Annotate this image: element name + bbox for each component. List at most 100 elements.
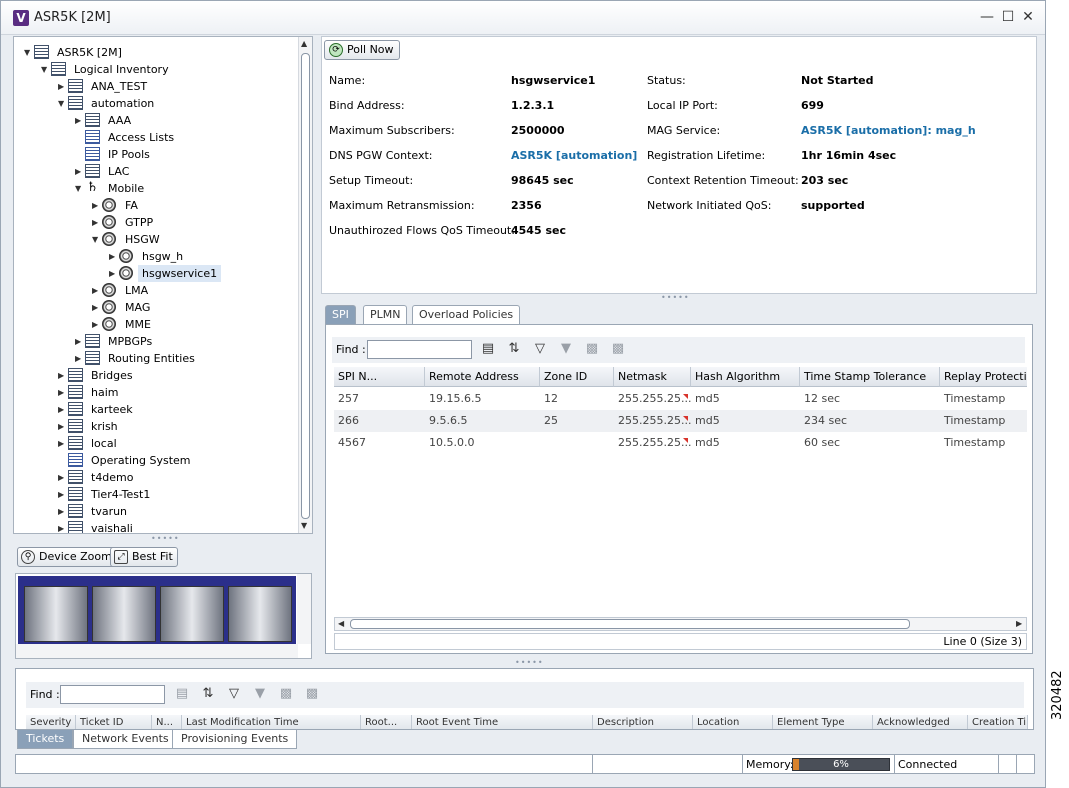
expand-down-icon[interactable]: ▼	[58, 95, 67, 112]
column-header[interactable]: Last Modification Time	[182, 715, 361, 729]
column-header[interactable]: Creation Time	[968, 715, 1028, 729]
spi-line-status: Line 0 (Size 3)	[943, 635, 1022, 648]
expand-right-icon[interactable]: ▶	[75, 163, 84, 180]
device-view[interactable]	[15, 573, 312, 659]
column-header[interactable]: Severity	[26, 715, 76, 729]
table-cell: md5	[695, 392, 720, 405]
spi-table[interactable]: SPI N... Remote Address Zone ID Netmask Hash…	[334, 367, 1027, 619]
column-header[interactable]: Acknowledged	[873, 715, 968, 729]
best-fit-button[interactable]: ⤢ Best Fit	[110, 547, 178, 567]
expand-right-icon[interactable]: ▶	[58, 401, 67, 418]
tab-spi[interactable]: SPI	[325, 305, 356, 324]
filter-icon[interactable]: ▽	[532, 341, 548, 357]
expand-right-icon[interactable]: ▶	[75, 350, 84, 367]
spi-horizontal-scrollbar[interactable]: ◀ ▶	[334, 617, 1027, 631]
context-icon	[68, 419, 83, 433]
inventory-tree[interactable]: ▼ ASR5K [2M] ▼ Logical Inventory ▶ ANA_TEST ▼ a…	[13, 36, 313, 534]
spi-find-bar: Find : ▤ ⇅ ▽ ▼ ▩ ▩	[332, 337, 1025, 363]
device-horizontal-scrollbar[interactable]	[16, 644, 298, 658]
expand-down-icon[interactable]: ▼	[75, 180, 84, 197]
device-vertical-scrollbar[interactable]	[297, 574, 311, 644]
poll-now-button[interactable]: ⟳ Poll Now	[324, 40, 400, 60]
tree-item-label: Access Lists	[108, 131, 175, 144]
sort-icon[interactable]: ⇅	[506, 341, 522, 357]
tab-provisioning-events[interactable]: Provisioning Events	[172, 730, 298, 749]
expand-right-icon[interactable]: ▶	[58, 78, 67, 95]
column-header[interactable]: Remote Address	[425, 367, 540, 387]
field-value: 699	[801, 99, 824, 112]
expand-right-icon[interactable]: ▶	[92, 282, 101, 299]
scroll-up-icon[interactable]: ▲	[301, 39, 307, 48]
column-header[interactable]: Root...	[361, 715, 412, 729]
expand-right-icon[interactable]: ▶	[109, 265, 118, 282]
field-value-link[interactable]: ASR5K [automation]: mag_h	[801, 124, 976, 137]
column-header[interactable]: N...	[152, 715, 182, 729]
scroll-right-icon[interactable]: ▶	[1016, 619, 1022, 628]
column-header[interactable]: Hash Algorithm	[691, 367, 800, 387]
expand-right-icon[interactable]: ▶	[58, 520, 67, 533]
expand-right-icon[interactable]: ▶	[92, 299, 101, 316]
device-zoom-button[interactable]: ⚲ Device Zoom	[17, 547, 117, 567]
expand-down-icon[interactable]: ▼	[24, 44, 33, 61]
expand-right-icon[interactable]: ▶	[109, 248, 118, 265]
column-header[interactable]: Replay Protection	[940, 367, 1027, 387]
expand-right-icon[interactable]: ▶	[75, 333, 84, 350]
expand-right-icon[interactable]: ▶	[58, 367, 67, 384]
scroll-left-icon[interactable]: ◀	[338, 619, 344, 628]
column-header[interactable]: SPI N...	[334, 367, 425, 387]
column-header[interactable]: Zone ID	[540, 367, 614, 387]
export-icon[interactable]: ▩	[584, 341, 600, 357]
save-icon[interactable]: ▤	[480, 341, 496, 357]
column-header[interactable]: Element Type	[773, 715, 873, 729]
expand-right-icon[interactable]: ▶	[75, 112, 84, 129]
spi-find-input[interactable]	[367, 340, 472, 359]
column-header[interactable]: Root Event Time	[412, 715, 593, 729]
print-icon[interactable]: ▩	[610, 341, 626, 357]
filter-icon[interactable]: ▽	[226, 686, 242, 702]
maximize-icon[interactable]: ☐	[1000, 9, 1016, 25]
tab-overload-policies[interactable]: Overload Policies	[412, 305, 521, 324]
column-header[interactable]: Ticket ID	[76, 715, 152, 729]
splitter-handle[interactable]: •••••	[151, 534, 180, 543]
scroll-down-icon[interactable]: ▼	[301, 521, 307, 530]
table-cell: Timestamp	[944, 436, 1006, 449]
tree-scroll-thumb[interactable]	[301, 53, 310, 519]
tree-item-label: tvarun	[91, 505, 128, 518]
export-icon[interactable]: ▩	[278, 686, 294, 702]
expand-right-icon[interactable]: ▶	[92, 214, 101, 231]
save-icon[interactable]: ▤	[174, 686, 190, 702]
events-find-input[interactable]	[60, 685, 165, 704]
tree-item-label: AAA	[108, 114, 132, 127]
expand-down-icon[interactable]: ▼	[92, 231, 101, 248]
splitter-handle[interactable]: •••••	[515, 658, 544, 667]
tab-tickets[interactable]: Tickets	[17, 730, 74, 749]
print-icon[interactable]: ▩	[304, 686, 320, 702]
clear-filter-icon[interactable]: ▼	[558, 341, 574, 357]
expand-right-icon[interactable]: ▶	[92, 197, 101, 214]
tab-plmn[interactable]: PLMN	[363, 305, 408, 324]
close-icon[interactable]: ✕	[1020, 9, 1036, 25]
expand-right-icon[interactable]: ▶	[58, 503, 67, 520]
tab-network-events[interactable]: Network Events	[73, 730, 178, 749]
column-header[interactable]: Netmask	[614, 367, 691, 387]
service-icon	[102, 300, 116, 314]
expand-right-icon[interactable]: ▶	[58, 384, 67, 401]
minimize-icon[interactable]: —	[979, 9, 995, 25]
expand-right-icon[interactable]: ▶	[92, 316, 101, 333]
column-header[interactable]: Time Stamp Tolerance	[800, 367, 940, 387]
expand-right-icon[interactable]: ▶	[58, 469, 67, 486]
magnifier-icon: ⚲	[21, 550, 35, 564]
field-value-link[interactable]: ASR5K [automation]	[511, 149, 637, 162]
expand-right-icon[interactable]: ▶	[58, 435, 67, 452]
context-icon	[68, 436, 83, 450]
spi-scroll-thumb[interactable]	[350, 619, 910, 629]
tree-scrollbar[interactable]: ▲ ▼	[298, 37, 312, 533]
expand-right-icon[interactable]: ▶	[58, 418, 67, 435]
column-header[interactable]: Location	[693, 715, 773, 729]
expand-down-icon[interactable]: ▼	[41, 61, 50, 78]
clear-filter-icon[interactable]: ▼	[252, 686, 268, 702]
table-cell: 25	[544, 414, 558, 427]
sort-icon[interactable]: ⇅	[200, 686, 216, 702]
column-header[interactable]: Description	[593, 715, 693, 729]
expand-right-icon[interactable]: ▶	[58, 486, 67, 503]
